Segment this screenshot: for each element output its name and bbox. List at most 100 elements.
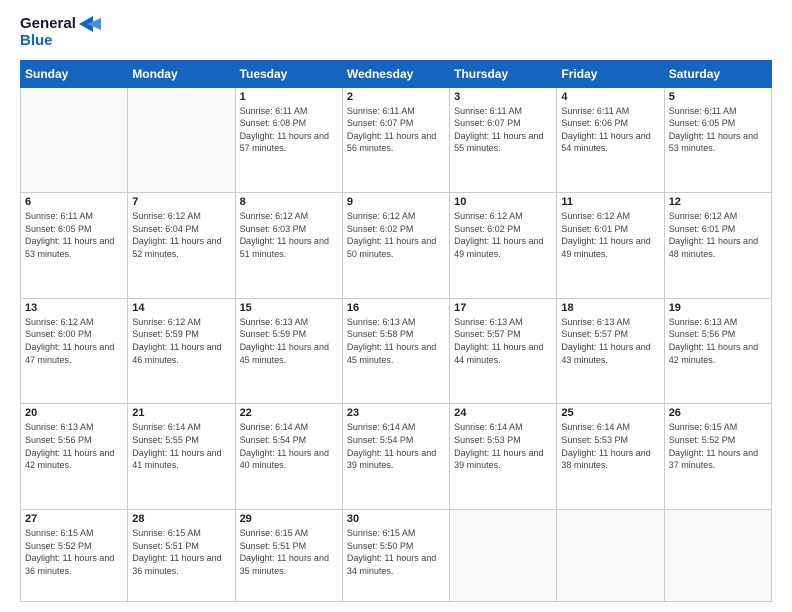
day-number: 30 (347, 513, 445, 525)
header: General Blue (20, 15, 772, 50)
day-number: 20 (25, 407, 123, 419)
calendar-cell: 11 Sunrise: 6:12 AM Sunset: 6:01 PM Dayli… (557, 193, 664, 299)
calendar-cell: 12 Sunrise: 6:12 AM Sunset: 6:01 PM Dayli… (664, 193, 771, 299)
day-number: 24 (454, 407, 552, 419)
day-info: Sunrise: 6:14 AM Sunset: 5:54 PM Dayligh… (347, 421, 445, 471)
day-number: 23 (347, 407, 445, 419)
calendar-cell (450, 510, 557, 602)
day-number: 3 (454, 91, 552, 103)
day-info: Sunrise: 6:15 AM Sunset: 5:51 PM Dayligh… (132, 527, 230, 577)
calendar-cell: 10 Sunrise: 6:12 AM Sunset: 6:02 PM Dayli… (450, 193, 557, 299)
day-number: 7 (132, 196, 230, 208)
day-info: Sunrise: 6:12 AM Sunset: 6:03 PM Dayligh… (240, 210, 338, 260)
weekday-header-thursday: Thursday (450, 60, 557, 87)
day-number: 9 (347, 196, 445, 208)
day-number: 15 (240, 302, 338, 314)
calendar-cell: 13 Sunrise: 6:12 AM Sunset: 6:00 PM Dayli… (21, 298, 128, 404)
calendar-cell (128, 87, 235, 193)
day-info: Sunrise: 6:13 AM Sunset: 5:57 PM Dayligh… (454, 316, 552, 366)
day-info: Sunrise: 6:12 AM Sunset: 6:02 PM Dayligh… (454, 210, 552, 260)
day-number: 4 (561, 91, 659, 103)
weekday-header-saturday: Saturday (664, 60, 771, 87)
calendar-cell: 24 Sunrise: 6:14 AM Sunset: 5:53 PM Dayli… (450, 404, 557, 510)
calendar-cell: 22 Sunrise: 6:14 AM Sunset: 5:54 PM Dayli… (235, 404, 342, 510)
calendar-cell: 28Sunrise: 6:15 AM Sunset: 5:51 PM Dayli… (128, 510, 235, 602)
weekday-header-tuesday: Tuesday (235, 60, 342, 87)
calendar-cell (664, 510, 771, 602)
day-info: Sunrise: 6:14 AM Sunset: 5:54 PM Dayligh… (240, 421, 338, 471)
day-number: 25 (561, 407, 659, 419)
day-number: 21 (132, 407, 230, 419)
day-number: 27 (25, 513, 123, 525)
week-row-2: 6Sunrise: 6:11 AM Sunset: 6:05 PM Daylig… (21, 193, 772, 299)
calendar-cell: 4 Sunrise: 6:11 AM Sunset: 6:06 PM Daylig… (557, 87, 664, 193)
calendar-cell: 5 Sunrise: 6:11 AM Sunset: 6:05 PM Daylig… (664, 87, 771, 193)
calendar-cell: 26Sunrise: 6:15 AM Sunset: 5:52 PM Dayli… (664, 404, 771, 510)
day-info: Sunrise: 6:15 AM Sunset: 5:52 PM Dayligh… (25, 527, 123, 577)
logo: General Blue (20, 15, 101, 50)
weekday-header-monday: Monday (128, 60, 235, 87)
weekday-header-sunday: Sunday (21, 60, 128, 87)
day-info: Sunrise: 6:12 AM Sunset: 6:04 PM Dayligh… (132, 210, 230, 260)
day-number: 13 (25, 302, 123, 314)
day-number: 10 (454, 196, 552, 208)
day-number: 11 (561, 196, 659, 208)
day-info: Sunrise: 6:15 AM Sunset: 5:51 PM Dayligh… (240, 527, 338, 577)
calendar-cell: 2 Sunrise: 6:11 AM Sunset: 6:07 PM Daylig… (342, 87, 449, 193)
day-info: Sunrise: 6:12 AM Sunset: 5:59 PM Dayligh… (132, 316, 230, 366)
calendar-cell: 25 Sunrise: 6:14 AM Sunset: 5:53 PM Dayli… (557, 404, 664, 510)
calendar-cell: 14Sunrise: 6:12 AM Sunset: 5:59 PM Dayli… (128, 298, 235, 404)
calendar-cell: 29 Sunrise: 6:15 AM Sunset: 5:51 PM Dayli… (235, 510, 342, 602)
calendar-cell: 30 Sunrise: 6:15 AM Sunset: 5:50 PM Dayli… (342, 510, 449, 602)
week-row-1: 1Sunrise: 6:11 AM Sunset: 6:08 PM Daylig… (21, 87, 772, 193)
week-row-4: 20 Sunrise: 6:13 AM Sunset: 5:56 PM Dayli… (21, 404, 772, 510)
calendar-cell (21, 87, 128, 193)
logo-general-text: General (20, 15, 76, 32)
day-number: 16 (347, 302, 445, 314)
day-number: 5 (669, 91, 767, 103)
week-row-3: 13 Sunrise: 6:12 AM Sunset: 6:00 PM Dayli… (21, 298, 772, 404)
calendar-cell: 27 Sunrise: 6:15 AM Sunset: 5:52 PM Dayli… (21, 510, 128, 602)
day-info: Sunrise: 6:15 AM Sunset: 5:52 PM Dayligh… (669, 421, 767, 471)
calendar-cell: 20 Sunrise: 6:13 AM Sunset: 5:56 PM Dayli… (21, 404, 128, 510)
calendar-cell: 15 Sunrise: 6:13 AM Sunset: 5:59 PM Dayli… (235, 298, 342, 404)
day-info: Sunrise: 6:11 AM Sunset: 6:06 PM Dayligh… (561, 105, 659, 155)
day-number: 2 (347, 91, 445, 103)
day-number: 17 (454, 302, 552, 314)
day-info: Sunrise: 6:11 AM Sunset: 6:07 PM Dayligh… (347, 105, 445, 155)
calendar-cell: 8 Sunrise: 6:12 AM Sunset: 6:03 PM Daylig… (235, 193, 342, 299)
calendar-cell: 1Sunrise: 6:11 AM Sunset: 6:08 PM Daylig… (235, 87, 342, 193)
day-info: Sunrise: 6:15 AM Sunset: 5:50 PM Dayligh… (347, 527, 445, 577)
calendar-cell: 21 Sunrise: 6:14 AM Sunset: 5:55 PM Dayli… (128, 404, 235, 510)
day-number: 29 (240, 513, 338, 525)
day-number: 8 (240, 196, 338, 208)
week-row-5: 27 Sunrise: 6:15 AM Sunset: 5:52 PM Dayli… (21, 510, 772, 602)
day-number: 19 (669, 302, 767, 314)
calendar-cell: 7 Sunrise: 6:12 AM Sunset: 6:04 PM Daylig… (128, 193, 235, 299)
day-info: Sunrise: 6:12 AM Sunset: 6:01 PM Dayligh… (669, 210, 767, 260)
day-info: Sunrise: 6:11 AM Sunset: 6:05 PM Dayligh… (669, 105, 767, 155)
calendar-cell: 9Sunrise: 6:12 AM Sunset: 6:02 PM Daylig… (342, 193, 449, 299)
calendar-cell: 18 Sunrise: 6:13 AM Sunset: 5:57 PM Dayli… (557, 298, 664, 404)
day-info: Sunrise: 6:14 AM Sunset: 5:53 PM Dayligh… (561, 421, 659, 471)
logo-bird-icon (79, 16, 101, 32)
weekday-header-row: SundayMondayTuesdayWednesdayThursdayFrid… (21, 60, 772, 87)
day-info: Sunrise: 6:13 AM Sunset: 5:57 PM Dayligh… (561, 316, 659, 366)
day-info: Sunrise: 6:13 AM Sunset: 5:56 PM Dayligh… (669, 316, 767, 366)
day-info: Sunrise: 6:14 AM Sunset: 5:53 PM Dayligh… (454, 421, 552, 471)
calendar-cell (557, 510, 664, 602)
calendar-cell: 16Sunrise: 6:13 AM Sunset: 5:58 PM Dayli… (342, 298, 449, 404)
day-info: Sunrise: 6:12 AM Sunset: 6:00 PM Dayligh… (25, 316, 123, 366)
day-info: Sunrise: 6:12 AM Sunset: 6:01 PM Dayligh… (561, 210, 659, 260)
day-number: 18 (561, 302, 659, 314)
weekday-header-friday: Friday (557, 60, 664, 87)
day-info: Sunrise: 6:13 AM Sunset: 5:56 PM Dayligh… (25, 421, 123, 471)
calendar-cell: 17 Sunrise: 6:13 AM Sunset: 5:57 PM Dayli… (450, 298, 557, 404)
day-info: Sunrise: 6:14 AM Sunset: 5:55 PM Dayligh… (132, 421, 230, 471)
weekday-header-wednesday: Wednesday (342, 60, 449, 87)
calendar-cell: 23 Sunrise: 6:14 AM Sunset: 5:54 PM Dayli… (342, 404, 449, 510)
day-number: 12 (669, 196, 767, 208)
day-info: Sunrise: 6:11 AM Sunset: 6:08 PM Dayligh… (240, 105, 338, 155)
day-info: Sunrise: 6:13 AM Sunset: 5:59 PM Dayligh… (240, 316, 338, 366)
day-number: 22 (240, 407, 338, 419)
